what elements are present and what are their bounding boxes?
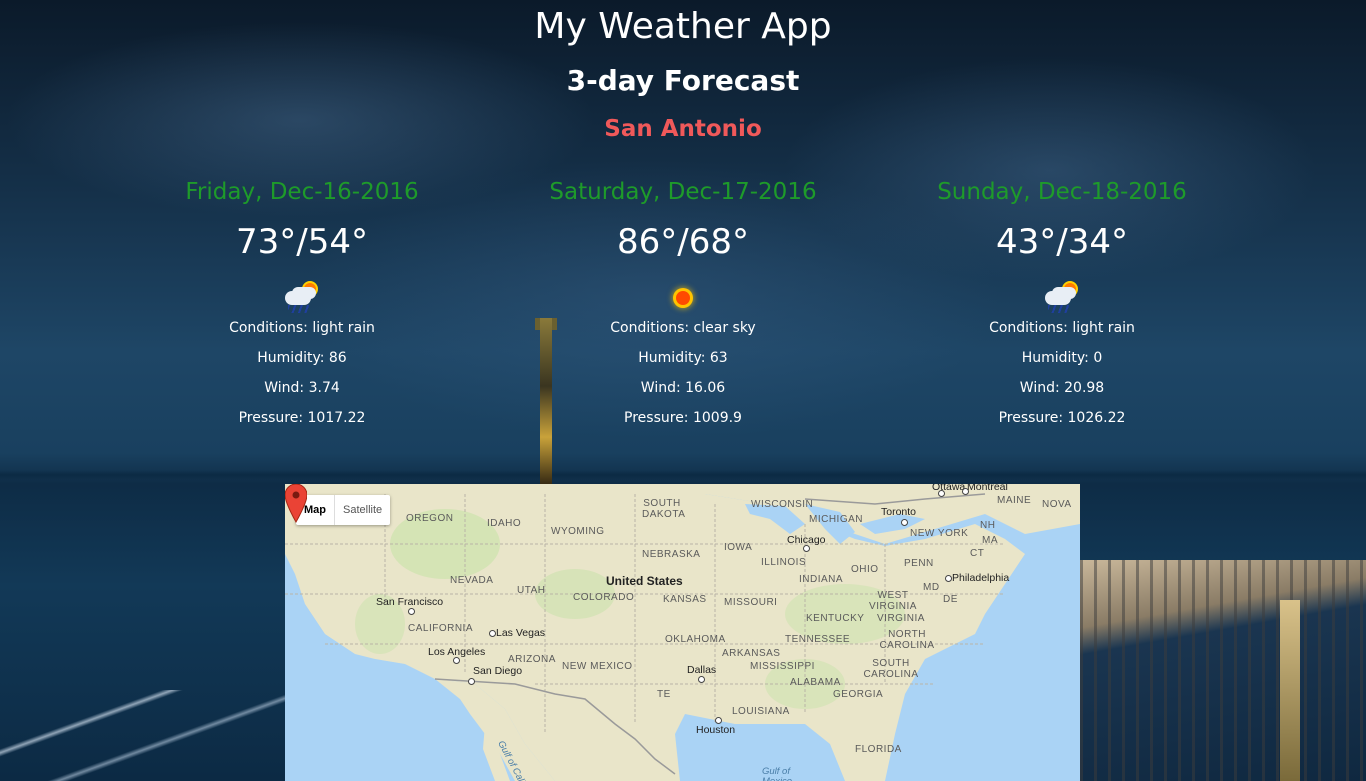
map-state-label: NEBRASKA — [642, 549, 701, 560]
map-state-label: ALABAMA — [790, 677, 841, 688]
map-city-dot — [715, 717, 722, 724]
forecast-humidity: Humidity: 63 — [638, 350, 728, 366]
map-state-label: FLORIDA — [855, 744, 902, 755]
forecast-humidity: Humidity: 0 — [1021, 350, 1103, 366]
map-state-label: LOUISIANA — [732, 706, 790, 717]
map-state-label: UTAH — [517, 585, 546, 596]
map-state-label: MD — [923, 582, 940, 593]
map-state-label: KENTUCKY — [806, 613, 865, 624]
map-city-label: Las Vegas — [496, 627, 546, 639]
city-name: San Antonio — [604, 116, 762, 142]
map-state-label: TENNESSEE — [785, 634, 851, 645]
forecast-date: Sunday, Dec-18-2016 — [937, 179, 1187, 205]
map-city-label: Ottawa — [932, 484, 966, 493]
map-city-label: San Diego — [473, 665, 523, 677]
map-state-label: INDIANA — [799, 574, 844, 585]
map-city-dot — [901, 519, 908, 526]
map-water-label: Gulf of Mexico — [762, 766, 792, 781]
map-state-label: ARIZONA — [508, 654, 556, 665]
map-state-label: MISSISSIPPI — [750, 661, 815, 672]
rain-sun-icon — [282, 283, 322, 313]
map-state-label: SOUTH DAKOTA — [642, 498, 686, 520]
map-city-dot — [698, 676, 705, 683]
map-state-label: WYOMING — [551, 526, 605, 537]
map-state-label: OKLAHOMA — [665, 634, 726, 645]
map-city-label: San Francisco — [376, 596, 444, 608]
map-state-label: NORTH CAROLINA — [879, 629, 935, 651]
forecast-temp: 86°/68° — [617, 222, 749, 262]
forecast-conditions: Conditions: light rain — [229, 320, 375, 336]
map-state-label: MA — [982, 535, 998, 546]
map-state-label: COLORADO — [573, 592, 635, 603]
pier-rail-left — [0, 690, 290, 781]
rain-sun-icon — [1042, 283, 1082, 313]
map-state-label: CALIFORNIA — [408, 623, 474, 634]
sun-icon — [663, 283, 703, 313]
map-state-label: NH — [980, 520, 996, 531]
map-city-dot — [803, 545, 810, 552]
forecast-humidity: Humidity: 86 — [257, 350, 347, 366]
forecast-conditions: Conditions: light rain — [989, 320, 1135, 336]
map-state-label: NOVA — [1042, 499, 1072, 510]
map-city-label: Dallas — [687, 664, 717, 676]
map-state-label: IDAHO — [487, 518, 522, 529]
map-city-label: Houston — [696, 724, 736, 736]
map-state-label: OREGON — [406, 513, 454, 524]
map-city-label: Los Angeles — [428, 646, 486, 658]
forecast-day-3: Sunday, Dec-18-2016 43°/34° Conditions: … — [872, 176, 1252, 433]
map-state-label: WEST VIRGINIA — [869, 590, 917, 612]
map-state-label: SOUTH CAROLINA — [863, 658, 919, 680]
forecast-pressure: Pressure: 1026.22 — [998, 410, 1126, 426]
map-state-label: NEVADA — [450, 575, 494, 586]
map-country-label: United States — [606, 574, 683, 588]
map-city-dot — [408, 608, 415, 615]
map-state-label: CT — [970, 548, 985, 559]
map-state-label: WISCONSIN — [751, 499, 814, 510]
forecast-conditions: Conditions: clear sky — [610, 320, 756, 336]
horizon-line — [0, 470, 1366, 480]
pier-rail-right — [1080, 560, 1366, 781]
forecast-wind: Wind: 20.98 — [1019, 380, 1105, 396]
map-state-label: GEORGIA — [833, 689, 884, 700]
location-pin-icon[interactable] — [285, 484, 307, 524]
forecast-date: Friday, Dec-16-2016 — [185, 179, 419, 205]
map-state-label: OHIO — [851, 564, 879, 575]
forecast-wind: Wind: 3.74 — [264, 380, 340, 396]
forecast-pressure: Pressure: 1009.9 — [624, 410, 742, 426]
map-state-label: IOWA — [724, 542, 753, 553]
map-state-label: DE — [943, 594, 958, 605]
map-city-dot — [945, 575, 952, 582]
forecast-date: Saturday, Dec-17-2016 — [549, 179, 817, 205]
map-city-dot — [489, 630, 496, 637]
map-state-label: ARKANSAS — [722, 648, 781, 659]
map-state-label: VIRGINIA — [877, 613, 925, 624]
map-state-label: MICHIGAN — [809, 514, 863, 525]
forecast-temp: 43°/34° — [996, 222, 1128, 262]
map-state-label: KANSAS — [663, 594, 707, 605]
map-state-label: TE — [657, 689, 671, 700]
pier-rail-post — [1280, 600, 1300, 781]
app-title: My Weather App — [534, 6, 832, 47]
forecast-subtitle: 3-day Forecast — [566, 64, 800, 97]
map-type-toggle[interactable]: Map Satellite — [296, 495, 391, 525]
map-state-label: NEW YORK — [910, 528, 969, 539]
map-city-dot — [453, 657, 460, 664]
map-state-label: NEW MEXICO — [562, 661, 633, 672]
map-state-label: MISSOURI — [724, 597, 778, 608]
forecast-pressure: Pressure: 1017.22 — [238, 410, 366, 426]
map-type-satellite-button[interactable]: Satellite — [335, 495, 390, 525]
map-city-label: Philadelphia — [952, 572, 1010, 584]
map-state-label: ILLINOIS — [761, 557, 807, 568]
map-city-dot — [468, 678, 475, 685]
map-state-label: MAINE — [997, 495, 1032, 506]
forecast-day-2: Saturday, Dec-17-2016 86°/68° Conditions… — [493, 176, 873, 433]
map-view[interactable]: Map Satellite OREGON IDAHO WYOMING SOUTH… — [285, 484, 1080, 781]
map-city-label: Toronto — [881, 506, 917, 518]
map-city-label: Chicago — [787, 534, 826, 546]
forecast-temp: 73°/54° — [236, 222, 368, 262]
forecast-day-1: Friday, Dec-16-2016 73°/54° Conditions: … — [112, 176, 492, 433]
forecast-wind: Wind: 16.06 — [640, 380, 726, 396]
map-state-label: PENN — [904, 558, 934, 569]
map-city-label: Montreal — [967, 484, 1008, 493]
